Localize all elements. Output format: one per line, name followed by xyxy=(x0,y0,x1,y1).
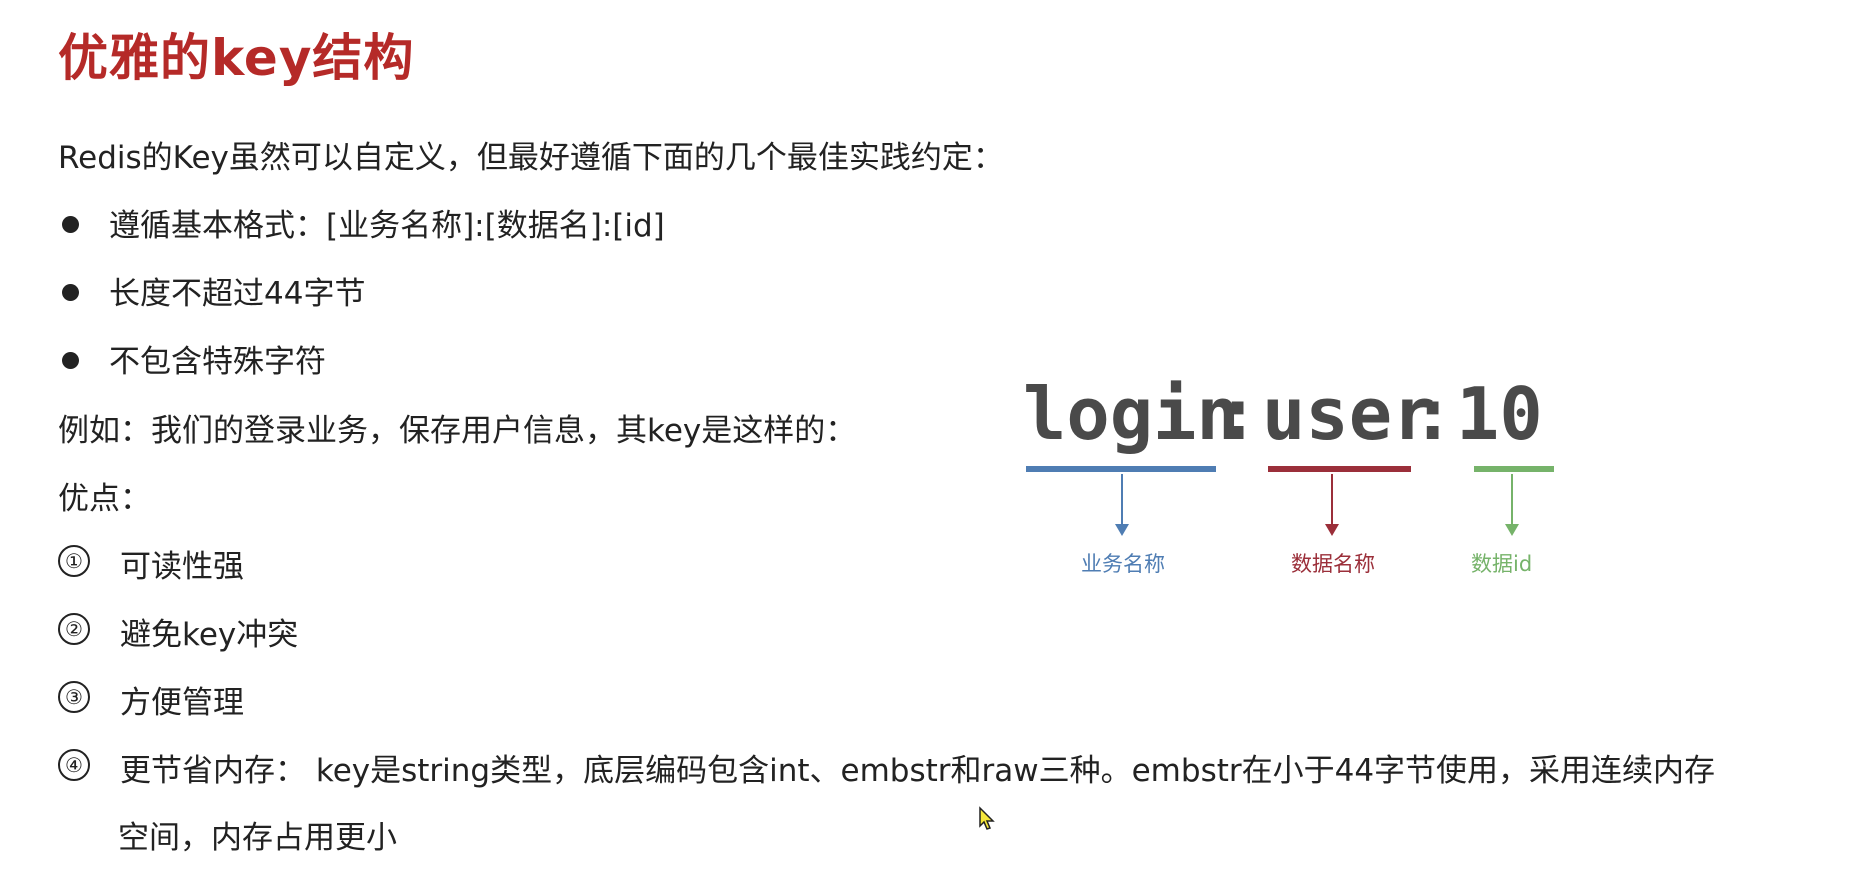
advantage-item: ④ 更节省内存： key是string类型，底层编码包含int、embstr和ra… xyxy=(58,745,1715,790)
advantage-text: 方便管理 xyxy=(120,685,244,721)
advantages-heading: 优点： xyxy=(58,481,151,517)
key-part-data: user xyxy=(1262,372,1436,456)
page-title: 优雅的key结构 xyxy=(58,29,415,87)
intro-text: Redis的Key虽然可以自定义，但最好遵循下面的几个最佳实践约定： xyxy=(58,140,1004,176)
example-text: 例如：我们的登录业务，保存用户信息，其key是这样的： xyxy=(58,413,857,449)
rule-item: 遵循基本格式：[业务名称]:[数据名]:[id] xyxy=(62,200,665,245)
advantage-text: 可读性强 xyxy=(120,549,244,585)
rule-item: 不包含特殊字符 xyxy=(62,336,326,381)
key-part-id: 10 xyxy=(1456,372,1543,456)
advantage-item: ③ 方便管理 xyxy=(58,677,244,722)
advantage-text: 避免key冲突 xyxy=(120,617,299,653)
mouse-cursor-icon xyxy=(979,806,995,830)
rule-item: 长度不超过44字节 xyxy=(62,268,365,313)
number-marker: ④ xyxy=(58,748,90,781)
connector-data xyxy=(1331,474,1333,526)
advantage-text: 更节省内存： key是string类型，底层编码包含int、embstr和raw… xyxy=(120,753,1716,789)
underline-business xyxy=(1026,466,1216,472)
underline-data xyxy=(1268,466,1411,472)
advantage-continuation: 空间，内存占用更小 xyxy=(118,820,397,856)
bullet-icon xyxy=(62,352,79,369)
label-data-id: 数据id xyxy=(1471,552,1533,576)
key-separator: : xyxy=(1216,372,1260,456)
number-marker: ③ xyxy=(58,680,90,713)
arrow-down-icon xyxy=(1115,524,1129,536)
arrow-down-icon xyxy=(1325,524,1339,536)
connector-business xyxy=(1121,474,1123,526)
connector-id xyxy=(1511,474,1513,526)
label-business-name: 业务名称 xyxy=(1081,552,1165,576)
arrow-down-icon xyxy=(1505,524,1519,536)
number-marker: ① xyxy=(58,544,90,577)
rule-text: 遵循基本格式：[业务名称]:[数据名]:[id] xyxy=(109,208,665,244)
label-data-name: 数据名称 xyxy=(1291,552,1375,576)
advantage-item: ① 可读性强 xyxy=(58,541,244,586)
number-marker: ② xyxy=(58,612,90,645)
underline-id xyxy=(1474,466,1554,472)
bullet-icon xyxy=(62,216,79,233)
rule-text: 不包含特殊字符 xyxy=(109,344,326,380)
key-separator: : xyxy=(1411,372,1455,456)
bullet-icon xyxy=(62,284,79,301)
key-part-business: login xyxy=(1023,372,1240,456)
advantage-item: ② 避免key冲突 xyxy=(58,609,298,654)
rule-text: 长度不超过44字节 xyxy=(109,276,366,312)
